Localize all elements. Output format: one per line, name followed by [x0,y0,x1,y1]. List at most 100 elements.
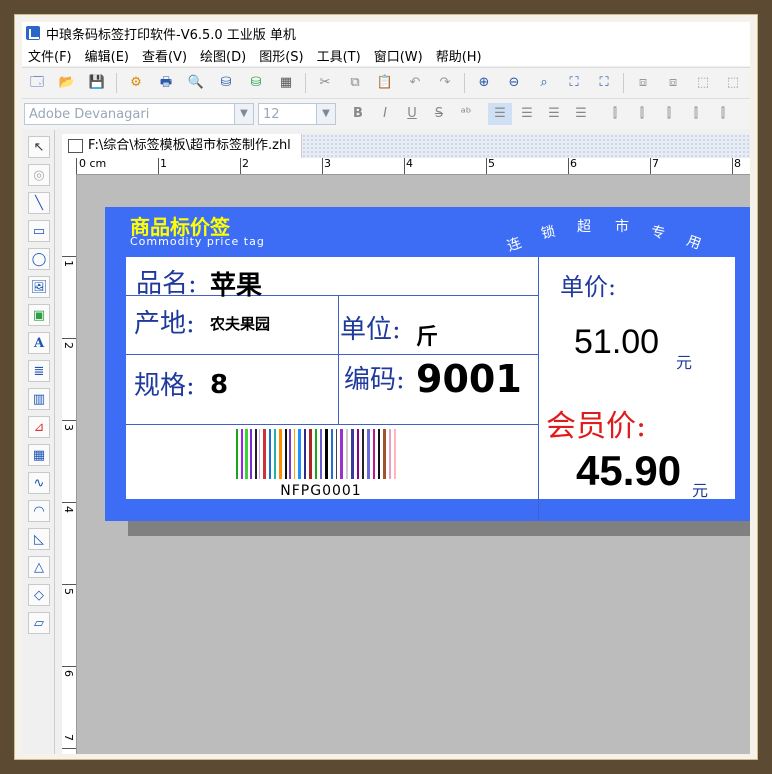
font-size-select[interactable]: 12 ▼ [258,103,336,125]
member-price-value[interactable]: 45.90 [576,447,681,495]
align-objects-left-icon[interactable]: ⫿ [603,103,627,125]
price-label-canvas[interactable]: 商品标价签 Commodity price tag 连 锁 超 市 专 用 品名… [105,207,750,521]
chain-char[interactable]: 用 [684,230,704,254]
line-tool-icon[interactable]: ╲ [28,192,50,214]
copy-icon[interactable]: ⧉ [347,75,363,91]
diamond-tool-icon[interactable]: ◇ [28,584,50,606]
undo-icon[interactable]: ↶ [407,75,423,91]
align-objects-top-icon[interactable]: ⫿ [684,103,708,125]
menu-view[interactable]: 查看(V) [142,46,187,65]
document-area: F:\综合\标签模板\超市标签制作.zhl 0 cm 1 2 3 4 5 6 7… [62,134,750,754]
chain-char[interactable]: 超 [577,216,591,236]
chevron-down-icon[interactable]: ▼ [316,104,335,124]
print-icon[interactable]: 🖶 [158,75,174,91]
italic-button[interactable]: I [373,103,397,125]
align-left-icon[interactable]: ☰ [488,103,512,125]
origin-label[interactable]: 产地: [134,303,195,340]
strike-button[interactable]: S [427,103,451,125]
unit-label[interactable]: 单位: [340,309,401,346]
settings-icon[interactable]: ⚙ [128,75,144,91]
font-name-select[interactable]: Adobe Devanagari ▼ [24,103,254,125]
zoom-in-icon[interactable]: ⊕ [476,75,492,91]
triangle-shape-tool-icon[interactable]: ⊿ [28,416,50,438]
select-pointer-icon[interactable]: ↖ [28,136,50,158]
database-icon[interactable]: ⛁ [218,75,234,91]
spec-value[interactable]: 8 [210,370,228,400]
ruler-label: 5 [488,158,495,170]
label-subtitle[interactable]: Commodity price tag [130,235,265,248]
new-file-icon[interactable]: 🗔 [29,75,45,91]
chain-char[interactable]: 连 [504,232,524,256]
zoom-out-icon[interactable]: ⊖ [506,75,522,91]
open-folder-icon[interactable]: 📂 [59,75,75,91]
print-preview-icon[interactable]: 🔍 [188,75,204,91]
bold-button[interactable]: B [346,103,370,125]
member-price-unit[interactable]: 元 [692,477,708,501]
member-price-label[interactable]: 会员价: [546,401,646,445]
align-right-icon[interactable]: ☰ [542,103,566,125]
underline-button[interactable]: U [400,103,424,125]
document-tab[interactable]: F:\综合\标签模板\超市标签制作.zhl [62,134,302,158]
menu-file[interactable]: 文件(F) [28,46,72,65]
barcode-text[interactable]: NFPG0001 [236,483,406,499]
price-value[interactable]: 51.00 [574,323,659,362]
ungroup-icon[interactable]: ⬚ [725,75,741,91]
paste-icon[interactable]: 📋 [377,75,393,91]
barcode-image[interactable] [236,429,406,481]
menu-tools[interactable]: 工具(T) [317,46,361,65]
fit-width-icon[interactable]: ⛶ [596,75,612,91]
fit-page-icon[interactable]: ⛶ [566,75,582,91]
rich-text-tool-icon[interactable]: ≣ [28,360,50,382]
grid-icon[interactable]: ▦ [278,75,294,91]
frame-mat: 中琅条码标签打印软件-V6.5.0 工业版 单机 文件(F) 编辑(E) 查看(… [14,14,758,760]
align-justify-icon[interactable]: ☰ [569,103,593,125]
chain-char[interactable]: 市 [615,216,629,236]
group-icon[interactable]: ⬚ [695,75,711,91]
code-value[interactable]: 9001 [416,357,522,401]
rectangle-tool-icon[interactable]: ▭ [28,220,50,242]
save-icon[interactable]: 💾 [89,75,105,91]
arc-tool-icon[interactable]: ◠ [28,500,50,522]
database-settings-icon[interactable]: ⛁ [248,75,264,91]
picture-tool-icon[interactable]: ▣ [28,304,50,326]
chain-char[interactable]: 专 [649,221,667,243]
zoom-icon[interactable]: ⌕ [536,75,552,91]
app-window: 中琅条码标签打印软件-V6.5.0 工业版 单机 文件(F) 编辑(E) 查看(… [22,22,750,754]
name-value[interactable]: 苹果 [210,265,262,302]
menu-shape[interactable]: 图形(S) [259,46,303,65]
polyline-tool-icon[interactable]: ◺ [28,528,50,550]
image-tool-icon[interactable]: 🖼 [28,276,50,298]
menu-draw[interactable]: 绘图(D) [200,46,246,65]
label-content-panel: 品名: 苹果 产地: 农夫果园 单位: 斤 规格: 8 编码: 9001 NFP… [126,257,735,519]
menu-edit[interactable]: 编辑(E) [85,46,129,65]
ellipse-tool-icon[interactable]: ◯ [28,248,50,270]
spec-label[interactable]: 规格: [134,365,195,402]
chain-char[interactable]: 锁 [539,221,557,243]
code-label[interactable]: 编码: [344,359,405,396]
align-objects-bottom-icon[interactable]: ⫿ [711,103,735,125]
menu-help[interactable]: 帮助(H) [436,46,482,65]
qrcode-tool-icon[interactable]: ▦ [28,444,50,466]
price-unit[interactable]: 元 [676,349,692,373]
align-objects-right-icon[interactable]: ⫿ [657,103,681,125]
chevron-down-icon[interactable]: ▼ [234,104,253,124]
align-objects-center-icon[interactable]: ⫿ [630,103,654,125]
name-label[interactable]: 品名: [136,263,197,300]
curve-tool-icon[interactable]: ∿ [28,472,50,494]
barcode-tool-icon[interactable]: ▥ [28,388,50,410]
text-effect-icon[interactable]: ᵃᵇ [454,103,478,125]
align-center-icon[interactable]: ☰ [515,103,539,125]
text-tool-icon[interactable]: A [28,332,50,354]
triangle-tool-icon[interactable]: △ [28,556,50,578]
pan-icon[interactable]: ◎ [28,164,50,186]
menu-window[interactable]: 窗口(W) [374,46,423,65]
parallelogram-tool-icon[interactable]: ▱ [28,612,50,634]
distribute-icon[interactable]: ⧈ [665,75,681,91]
redo-icon[interactable]: ↷ [437,75,453,91]
ruler-tick [732,158,733,174]
origin-value[interactable]: 农夫果园 [210,313,270,334]
align-icon[interactable]: ⧈ [635,75,651,91]
unit-value[interactable]: 斤 [416,319,438,351]
cut-icon[interactable]: ✂ [317,75,333,91]
price-label[interactable]: 单价: [560,267,616,302]
